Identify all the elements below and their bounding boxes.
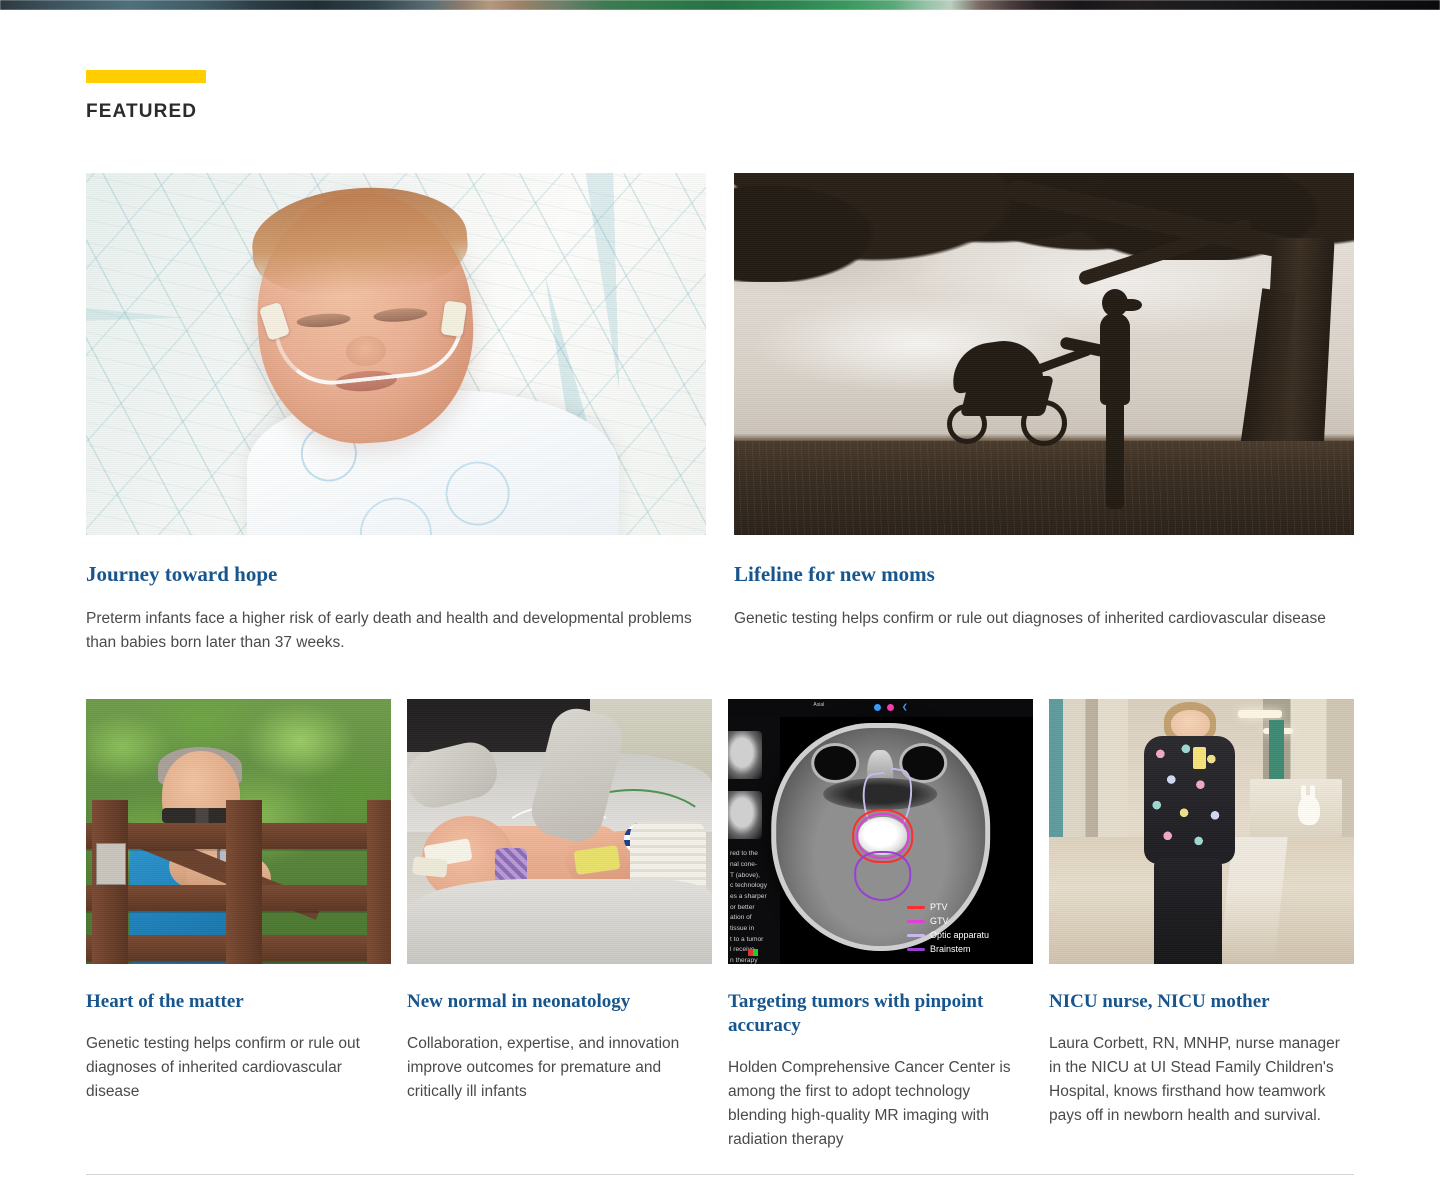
nurse-in-hospital-hallway-image[interactable] bbox=[1049, 699, 1354, 965]
hallway-counter bbox=[1250, 778, 1342, 838]
card-description: Collaboration, expertise, and innovation… bbox=[407, 1035, 680, 1101]
mri-toolbar-dot-blue-icon bbox=[874, 704, 882, 712]
mri-toolbar-dot-pink-icon bbox=[886, 704, 894, 712]
stroller-silhouette bbox=[945, 335, 1095, 452]
id-badge bbox=[1193, 746, 1207, 769]
mother-ponytail bbox=[1121, 298, 1142, 311]
legend-label: GTV bbox=[930, 916, 949, 927]
secondary-card-heart-of-the-matter[interactable]: Heart of the matter Genetic testing help… bbox=[86, 699, 391, 1152]
yellow-accent-bar bbox=[86, 70, 206, 83]
bunny-decoration bbox=[1298, 784, 1321, 825]
card-title: Journey toward hope bbox=[86, 562, 278, 586]
mri-status-indicator bbox=[747, 949, 758, 957]
eye-orbit-left bbox=[814, 745, 857, 781]
card-title: Lifeline for new moms bbox=[734, 562, 935, 586]
patterned-scrub-top bbox=[1143, 736, 1235, 864]
swaddled-preterm-infant-on-quilt-image[interactable] bbox=[86, 173, 706, 535]
mother-silhouette bbox=[1058, 288, 1142, 509]
secondary-card-nicu-nurse-nicu-mother[interactable]: NICU nurse, NICU mother Laura Corbett, R… bbox=[1049, 699, 1354, 1152]
stroller-wheel-rear bbox=[1020, 399, 1067, 446]
silhouette-mother-with-stroller-under-tree-image[interactable] bbox=[734, 173, 1354, 535]
mri-contour-legend: PTV GTV Optic apparatu Brainstem bbox=[907, 902, 1029, 958]
featured-card-lifeline-for-new-moms[interactable]: Lifeline for new moms Genetic testing he… bbox=[734, 173, 1354, 655]
legend-label: Brainstem bbox=[930, 944, 971, 955]
wooden-fence bbox=[86, 799, 391, 965]
fence-post-center bbox=[226, 799, 263, 965]
legend-swatch-gtv-icon bbox=[907, 919, 925, 923]
ceiling-light-1 bbox=[1238, 709, 1283, 718]
section-divider bbox=[86, 1174, 1354, 1175]
featured-section: FEATURED Journey toward hope Preterm inf… bbox=[0, 0, 1440, 1152]
nasal-tube-tape-secondary bbox=[412, 856, 448, 879]
legend-item-optic-apparatus: Optic apparatu bbox=[907, 930, 1029, 940]
legend-label: PTV bbox=[930, 902, 948, 913]
fence-plaque bbox=[96, 842, 127, 885]
section-header: FEATURED bbox=[86, 0, 1354, 123]
nurse-figure bbox=[1137, 699, 1241, 965]
card-description: Preterm infants face a higher risk of ea… bbox=[86, 610, 692, 652]
secondary-cards-grid: Heart of the matter Genetic testing help… bbox=[86, 699, 1354, 1152]
card-description: Genetic testing helps confirm or rule ou… bbox=[86, 1035, 360, 1101]
nicu-blanket-lower bbox=[407, 879, 712, 965]
secondary-card-targeting-tumors[interactable]: Axial ❮ red to the nal cone- T (above), … bbox=[728, 699, 1033, 1152]
legend-item-brainstem: Brainstem bbox=[907, 944, 1029, 954]
premature-infant-in-nicu-with-gloved-hands-image[interactable] bbox=[407, 699, 712, 965]
brainstem-contour bbox=[854, 850, 912, 901]
cannula-tape-right bbox=[440, 300, 467, 337]
card-description: Laura Corbett, RN, MNHP, nurse manager i… bbox=[1049, 1035, 1340, 1125]
legend-swatch-brainstem-icon bbox=[907, 947, 925, 951]
card-title: New normal in neonatology bbox=[407, 991, 631, 1013]
fence-post-right bbox=[366, 799, 391, 965]
nurse-face bbox=[1170, 709, 1210, 740]
legend-label: Optic apparatu bbox=[930, 930, 990, 941]
secondary-card-new-normal-in-neonatology[interactable]: New normal in neonatology Collaboration,… bbox=[407, 699, 712, 1152]
legend-swatch-ptv-icon bbox=[907, 905, 925, 909]
page-title: FEATURED bbox=[86, 101, 198, 122]
mri-thumbnail-slice-2[interactable] bbox=[728, 791, 762, 840]
featured-cards-grid: Journey toward hope Preterm infants face… bbox=[86, 173, 1354, 655]
scrub-pants bbox=[1154, 858, 1223, 965]
mri-thumbnail-slice-1[interactable] bbox=[728, 731, 762, 780]
featured-card-journey-toward-hope[interactable]: Journey toward hope Preterm infants face… bbox=[86, 173, 706, 655]
card-title: Heart of the matter bbox=[86, 991, 244, 1013]
card-description: Genetic testing helps confirm or rule ou… bbox=[734, 610, 1326, 628]
mother-legs bbox=[1105, 398, 1124, 509]
card-title: Targeting tumors with pinpoint accuracy bbox=[728, 991, 984, 1037]
stroller-wheel-front bbox=[946, 403, 987, 444]
mri-viewer-toolbar: Axial ❮ bbox=[728, 699, 1033, 718]
mri-brain-scan-radiation-treatment-plan-image[interactable]: Axial ❮ red to the nal cone- T (above), … bbox=[728, 699, 1033, 965]
mri-view-label: Axial bbox=[813, 702, 825, 709]
card-description: Holden Comprehensive Cancer Center is am… bbox=[728, 1058, 1011, 1148]
card-title: NICU nurse, NICU mother bbox=[1049, 991, 1270, 1013]
cannula-tape-left bbox=[259, 301, 291, 341]
grass-ground bbox=[734, 440, 1354, 535]
legend-item-ptv: PTV bbox=[907, 902, 1029, 912]
share-icon: ❮ bbox=[901, 704, 908, 712]
man-in-blue-shirt-leaning-on-wooden-fence-image[interactable] bbox=[86, 699, 391, 965]
mother-torso bbox=[1099, 312, 1130, 405]
legend-swatch-optic-apparatus-icon bbox=[907, 933, 925, 937]
legend-item-gtv: GTV bbox=[907, 916, 1029, 926]
